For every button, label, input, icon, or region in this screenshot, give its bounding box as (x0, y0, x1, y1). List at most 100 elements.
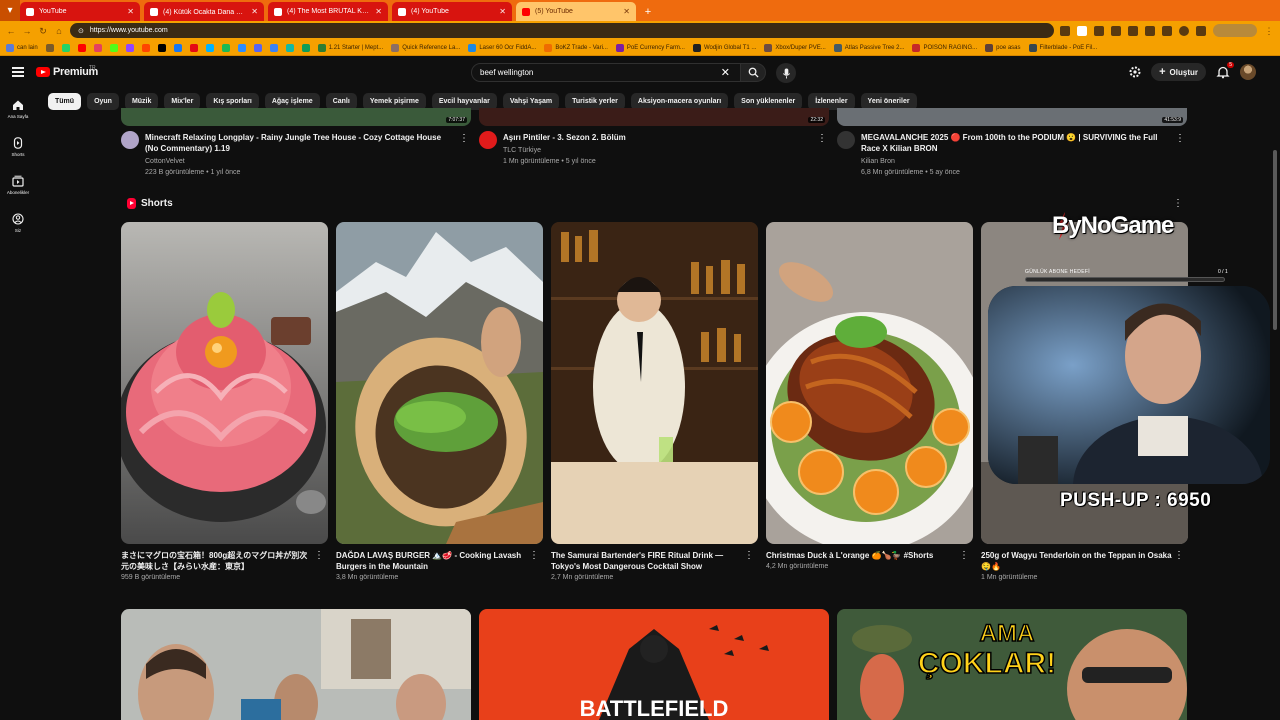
video-thumbnail[interactable]: BATTLEFIELD (479, 609, 829, 720)
bookmark-item[interactable]: BoKZ Trade - Vari... (542, 43, 610, 52)
bookmark-item[interactable] (124, 43, 136, 52)
browser-tab[interactable]: (4) YouTube ✕ (392, 2, 512, 21)
site-info-icon[interactable]: ⊙ (78, 27, 84, 35)
video-title[interactable]: MEGAVALANCHE 2025 🔴 From 100th to the PO… (861, 132, 1171, 154)
menu-icon[interactable] (12, 67, 24, 77)
extension-icon[interactable] (1128, 25, 1138, 36)
video-more-icon[interactable]: ⋮ (817, 133, 827, 144)
short-title[interactable]: まさにマグロの宝石箱！800g超えのマグロ丼が別次元の美味しさ【みらい水産：東京… (121, 550, 328, 572)
video-thumbnail[interactable]: 7:07:37 (121, 108, 471, 126)
channel-avatar[interactable] (121, 131, 139, 149)
guide-item-home[interactable]: Ana Sayfa (0, 90, 36, 128)
video-title[interactable]: Minecraft Relaxing Longplay - Rainy Jung… (145, 132, 455, 154)
short-more-icon[interactable]: ⋮ (959, 550, 969, 561)
scrollbar-thumb[interactable] (1273, 150, 1277, 330)
bookmark-item[interactable]: 1.21 Starter | Mept... (316, 43, 386, 52)
video-card[interactable]: 41:53:9 MEGAVALANCHE 2025 🔴 From 100th to… (837, 108, 1187, 180)
extension-icon[interactable] (1145, 25, 1155, 36)
home-browser-icon[interactable]: ⌂ (54, 26, 64, 36)
bookmark-star-icon[interactable] (1077, 25, 1087, 36)
url-input[interactable]: ⊙ https://www.youtube.com (70, 23, 1054, 38)
close-tab-icon[interactable]: ✕ (499, 7, 506, 16)
short-thumbnail[interactable] (766, 222, 973, 544)
channel-avatar[interactable] (479, 131, 497, 149)
bookmark-item[interactable] (268, 43, 280, 52)
bookmark-item[interactable]: Xbox/Duper PVE... (762, 43, 827, 52)
bookmark-item[interactable] (220, 43, 232, 52)
page-scrollbar[interactable] (1272, 90, 1278, 720)
short-card[interactable]: The Samurai Bartender's FIRE Ritual Drin… (551, 222, 758, 581)
extension-icon[interactable] (1111, 25, 1121, 36)
short-thumbnail[interactable] (551, 222, 758, 544)
short-more-icon[interactable]: ⋮ (1174, 550, 1184, 561)
guide-item-shorts[interactable]: Shorts (0, 128, 36, 166)
reload-icon[interactable]: ↻ (38, 26, 48, 36)
clear-search-icon[interactable]: ✕ (721, 66, 730, 79)
guide-item-you[interactable]: Siz (0, 204, 36, 242)
short-more-icon[interactable]: ⋮ (744, 550, 754, 561)
video-thumbnail[interactable]: 41:53:9 (837, 108, 1187, 126)
video-card[interactable]: 7:07:37 Minecraft Relaxing Longplay - Rai… (121, 108, 471, 180)
filter-chip[interactable]: Tümü (48, 93, 82, 110)
bookmark-item[interactable] (60, 43, 72, 52)
bookmark-item[interactable]: Quick Reference La... (389, 43, 462, 52)
close-tab-icon[interactable]: ✕ (127, 7, 134, 16)
bookmark-item[interactable]: poe asas (983, 43, 1022, 52)
browser-tab[interactable]: (4) Kütük Ocakta Dana T-Bone 🥩 ✕ (144, 2, 264, 21)
tab-search-icon[interactable]: ▾ (0, 0, 20, 21)
voice-search-button[interactable] (776, 63, 796, 83)
extension-gear-icon[interactable] (1129, 66, 1141, 78)
browser-tab-active[interactable]: (5) YouTube ✕ (516, 2, 636, 21)
bookmark-item[interactable] (92, 43, 104, 52)
new-tab-icon[interactable]: + (640, 2, 656, 21)
bookmark-item[interactable] (236, 43, 248, 52)
short-more-icon[interactable]: ⋮ (529, 550, 539, 561)
bookmark-item[interactable]: Filterblade - PoE Fil... (1027, 43, 1100, 52)
browser-tab[interactable]: (4) The Most BRUTAL KNOCKOUT ✕ (268, 2, 388, 21)
bookmark-item[interactable] (204, 43, 216, 52)
short-title[interactable]: 250g of Wagyu Tenderloin on the Teppan i… (981, 550, 1188, 572)
short-title[interactable]: The Samurai Bartender's FIRE Ritual Drin… (551, 550, 758, 572)
bookmark-item[interactable] (300, 43, 312, 52)
browser-profile-button[interactable] (1213, 24, 1257, 37)
short-card[interactable]: まさにマグロの宝石箱！800g超えのマグロ丼が別次元の美味しさ【みらい水産：東京… (121, 222, 328, 581)
filter-chip[interactable]: Oyun (87, 93, 119, 110)
bookmark-item[interactable]: Atlas Passive Tree 2... (832, 43, 907, 52)
short-more-icon[interactable]: ⋮ (314, 550, 324, 561)
bookmark-item[interactable] (140, 43, 152, 52)
bookmark-item[interactable]: Laser 60 Ocr FiddA... (466, 43, 538, 52)
short-card[interactable]: Christmas Duck à L'orange 🍊🍗🦆 #Shorts 4,… (766, 222, 973, 570)
close-tab-icon[interactable]: ✕ (375, 7, 382, 16)
channel-name[interactable]: Kilian Bron (861, 156, 1171, 167)
create-button[interactable]: + Oluştur (1151, 63, 1206, 81)
bookmark-item[interactable] (188, 43, 200, 52)
bookmark-item[interactable]: POISON RAGING... (910, 43, 979, 52)
bookmark-item[interactable] (252, 43, 264, 52)
bookmark-item[interactable] (284, 43, 296, 52)
close-tab-icon[interactable]: ✕ (251, 7, 258, 16)
install-app-icon[interactable] (1060, 25, 1070, 36)
bookmark-item[interactable] (108, 43, 120, 52)
video-title[interactable]: Aşırı Pintiler - 3. Sezon 2. Bölüm (503, 132, 813, 143)
bookmark-item[interactable]: Wodjin Global T1 ... (691, 43, 758, 52)
browser-menu-icon[interactable]: ⋮ (1264, 26, 1274, 36)
guide-item-subscriptions[interactable]: Abonelikler (0, 166, 36, 204)
short-thumbnail[interactable] (121, 222, 328, 544)
notifications-button[interactable]: 5 (1216, 62, 1234, 79)
video-more-icon[interactable]: ⋮ (1175, 133, 1185, 144)
profile-icon[interactable] (1179, 25, 1189, 36)
extension-icon[interactable] (1094, 25, 1104, 36)
bookmark-item[interactable] (76, 43, 88, 52)
bookmark-item[interactable]: can lain (4, 43, 40, 52)
browser-tab[interactable]: YouTube ✕ (20, 2, 140, 21)
video-thumbnail[interactable]: AMA ÇOKLAR! (837, 609, 1187, 720)
short-card[interactable]: DAĞDA LAVAŞ BURGER 🏔️🥩 - Cooking Lavash … (336, 222, 543, 581)
channel-name[interactable]: TLC Türkiye (503, 145, 813, 156)
channel-avatar[interactable] (837, 131, 855, 149)
bookmark-item[interactable] (156, 43, 168, 52)
search-button[interactable] (740, 63, 766, 82)
short-title[interactable]: Christmas Duck à L'orange 🍊🍗🦆 #Shorts (766, 550, 973, 561)
account-avatar[interactable] (1240, 64, 1256, 80)
short-title[interactable]: DAĞDA LAVAŞ BURGER 🏔️🥩 - Cooking Lavash … (336, 550, 543, 572)
extension-icon[interactable] (1162, 25, 1172, 36)
